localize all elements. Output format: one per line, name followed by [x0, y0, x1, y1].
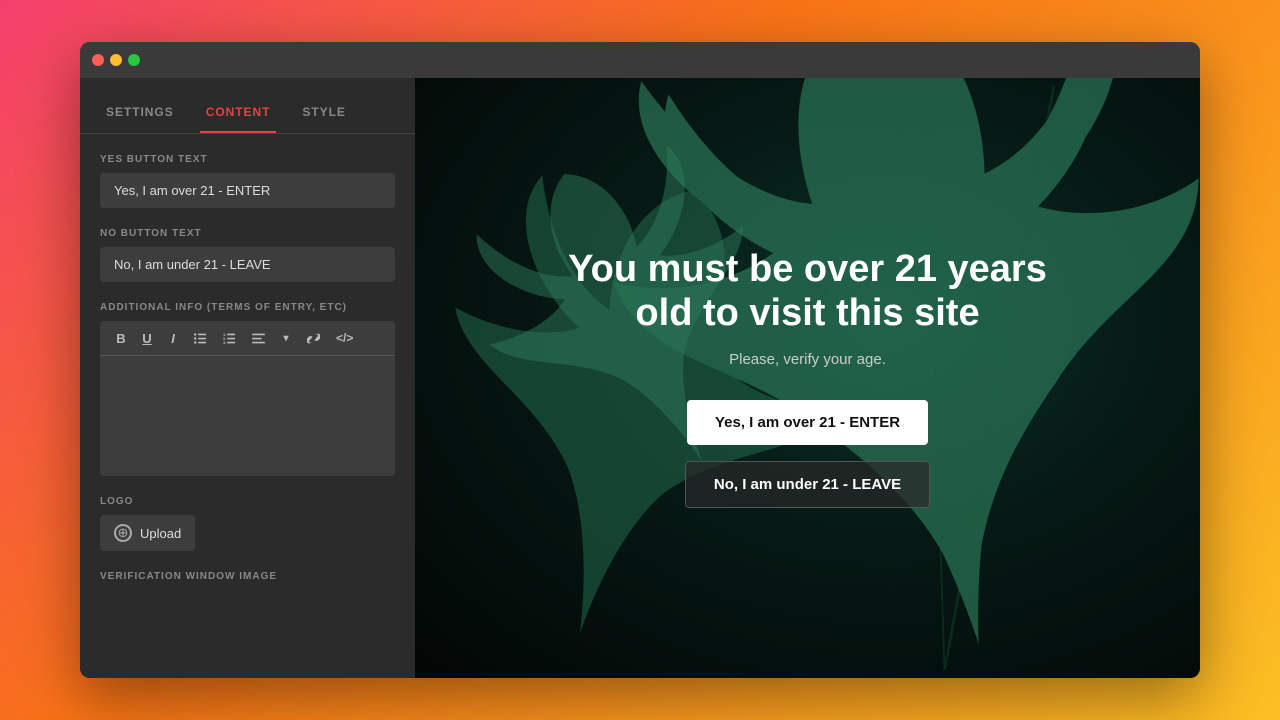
no-button-field: NO BUTTON TEXT: [100, 228, 395, 282]
verification-window-field: VERIFICATION WINDOW IMAGE: [100, 571, 395, 582]
minimize-button[interactable]: [110, 54, 122, 66]
upload-button[interactable]: ⊕ Upload: [100, 515, 195, 551]
rich-toolbar: B U I: [100, 321, 395, 356]
preview-yes-button[interactable]: Yes, I am over 21 - ENTER: [687, 400, 928, 445]
right-panel: You must be over 21 years old to visit t…: [415, 78, 1200, 678]
additional-info-field: ADDITIONAL INFO (TERMS OF ENTRY, ETC) B …: [100, 302, 395, 476]
preview-buttons: Yes, I am over 21 - ENTER No, I am under…: [568, 400, 1048, 508]
bold-button[interactable]: B: [110, 327, 132, 349]
preview-no-button[interactable]: No, I am under 21 - LEAVE: [685, 461, 930, 508]
align-button[interactable]: [246, 327, 271, 349]
ordered-list-button[interactable]: 1. 2. 3.: [217, 327, 242, 349]
maximize-button[interactable]: [128, 54, 140, 66]
verification-window-label: VERIFICATION WINDOW IMAGE: [100, 571, 395, 582]
code-button[interactable]: </>: [330, 327, 359, 349]
tab-style[interactable]: STYLE: [296, 105, 351, 133]
preview-title: You must be over 21 years old to visit t…: [568, 248, 1048, 335]
upload-icon: ⊕: [114, 524, 132, 542]
underline-button[interactable]: U: [136, 327, 158, 349]
tab-settings[interactable]: SETTINGS: [100, 105, 180, 133]
no-button-input[interactable]: [100, 247, 395, 282]
traffic-lights: [92, 54, 140, 66]
left-panel: SETTINGS CONTENT STYLE YES BUTTON TEXT N…: [80, 78, 415, 678]
yes-button-field: YES BUTTON TEXT: [100, 154, 395, 208]
yes-button-input[interactable]: [100, 173, 395, 208]
link-button[interactable]: [301, 327, 326, 349]
tab-content[interactable]: CONTENT: [200, 105, 277, 133]
unordered-list-button[interactable]: [188, 327, 213, 349]
rich-content-editable[interactable]: [100, 356, 395, 476]
no-button-label: NO BUTTON TEXT: [100, 228, 395, 239]
align-chevron-button[interactable]: ▾: [275, 327, 297, 349]
tabs-row: SETTINGS CONTENT STYLE: [80, 78, 415, 134]
app-content: SETTINGS CONTENT STYLE YES BUTTON TEXT N…: [80, 78, 1200, 678]
panel-body: YES BUTTON TEXT NO BUTTON TEXT ADDITIONA…: [80, 134, 415, 602]
preview-background: You must be over 21 years old to visit t…: [415, 78, 1200, 678]
rich-text-area: B U I: [100, 321, 395, 476]
title-bar: [80, 42, 1200, 78]
yes-button-label: YES BUTTON TEXT: [100, 154, 395, 165]
logo-field: LOGO ⊕ Upload: [100, 496, 395, 551]
upload-label: Upload: [140, 526, 181, 541]
additional-info-label: ADDITIONAL INFO (TERMS OF ENTRY, ETC): [100, 302, 395, 313]
app-window: SETTINGS CONTENT STYLE YES BUTTON TEXT N…: [80, 42, 1200, 678]
close-button[interactable]: [92, 54, 104, 66]
logo-label: LOGO: [100, 496, 395, 507]
preview-subtitle: Please, verify your age.: [568, 351, 1048, 368]
svg-text:3.: 3.: [223, 340, 226, 345]
preview-content: You must be over 21 years old to visit t…: [528, 208, 1088, 548]
italic-button[interactable]: I: [162, 327, 184, 349]
